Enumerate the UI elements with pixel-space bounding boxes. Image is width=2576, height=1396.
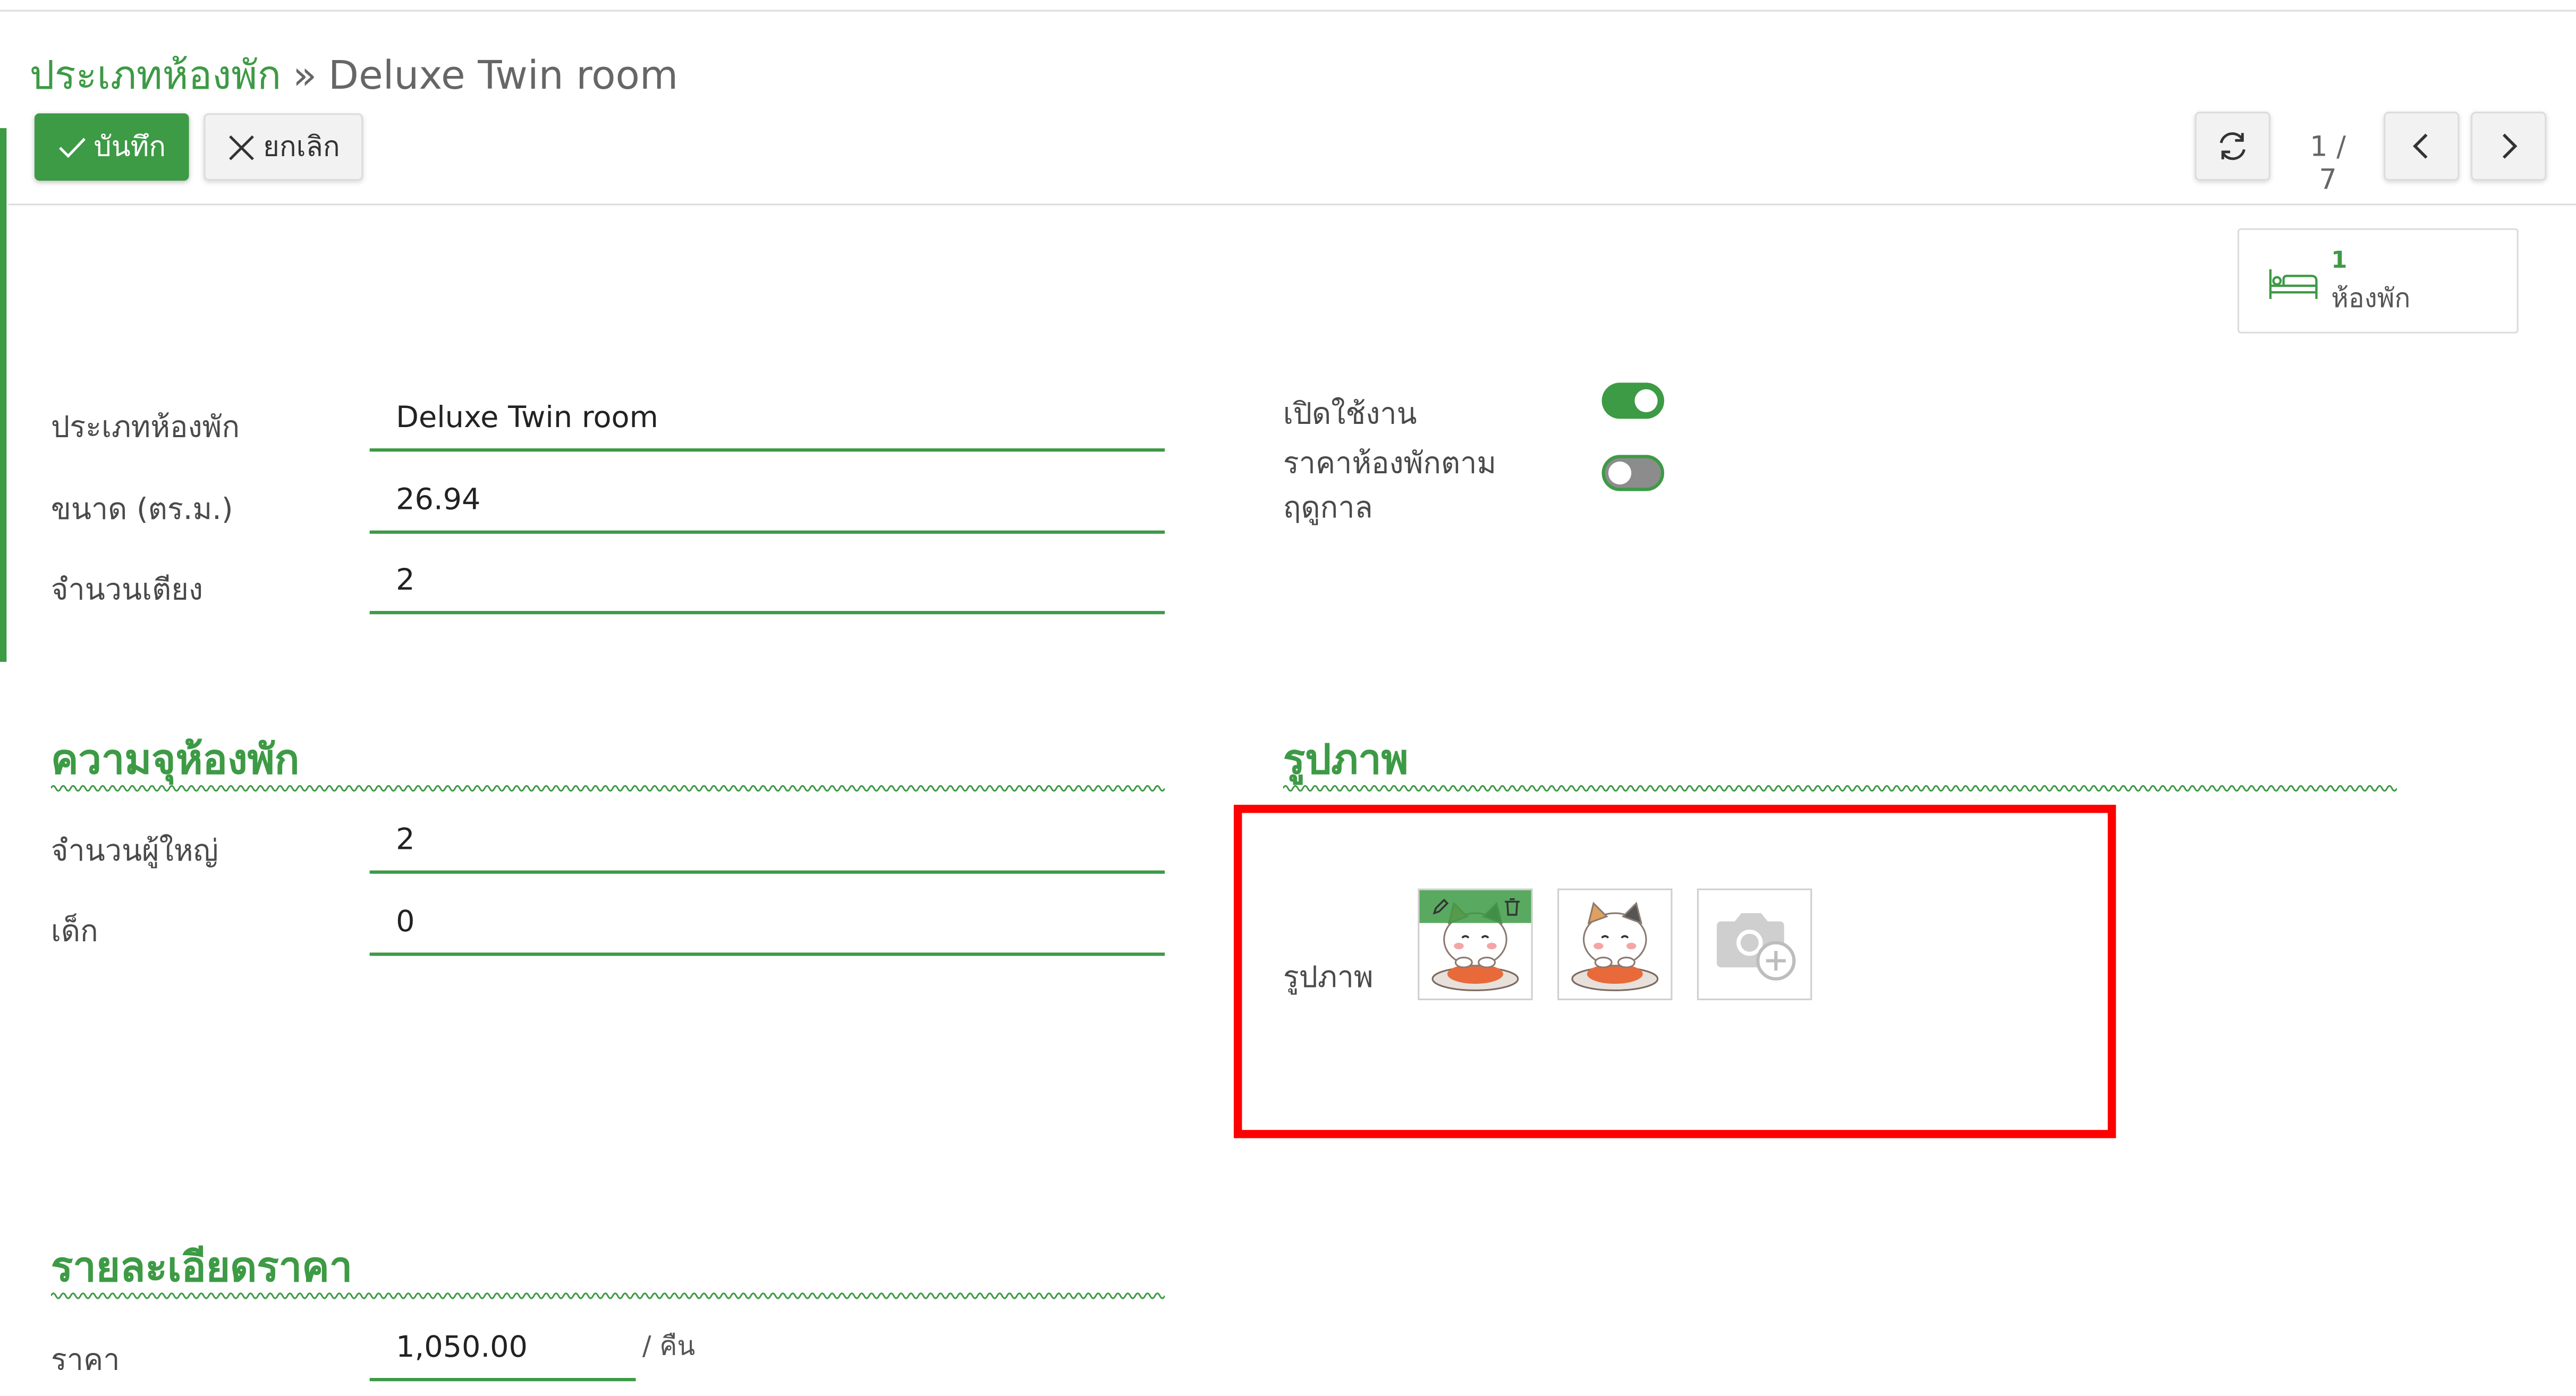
active-toggle-knob bbox=[1634, 389, 1658, 413]
price-input[interactable]: 1,050.00 bbox=[369, 1319, 636, 1382]
active-label: เปิดใช้งาน bbox=[1283, 397, 1417, 432]
previous-record-button[interactable] bbox=[2384, 112, 2460, 181]
chevron-left-icon bbox=[2413, 133, 2428, 159]
seasonal-price-toggle[interactable] bbox=[1601, 455, 1664, 491]
breadcrumb: ประเภทห้องพัก» Deluxe Twin room bbox=[30, 42, 679, 107]
toolbar-divider bbox=[8, 203, 2576, 206]
chevron-right-icon bbox=[2502, 133, 2518, 159]
size-input[interactable]: 26.94 bbox=[369, 471, 1165, 534]
children-input[interactable]: 0 bbox=[369, 893, 1165, 956]
beds-label: จำนวนเตียง bbox=[50, 573, 204, 608]
breadcrumb-separator: » bbox=[292, 52, 317, 99]
trash-icon[interactable] bbox=[1503, 897, 1521, 916]
check-icon bbox=[59, 137, 86, 157]
top-border bbox=[0, 10, 2576, 12]
active-toggle[interactable] bbox=[1601, 382, 1664, 419]
adults-input[interactable]: 2 bbox=[369, 811, 1165, 874]
children-label: เด็ก bbox=[50, 915, 98, 950]
images-field-label: รูปภาพ bbox=[1283, 960, 1374, 995]
pager-indicator: 1 / 7 bbox=[2310, 131, 2346, 198]
bed-icon bbox=[2269, 269, 2318, 299]
rooms-label: ห้องพัก bbox=[2331, 282, 2411, 314]
pricing-section-wavy-divider bbox=[50, 1292, 1165, 1299]
beds-input[interactable]: 2 bbox=[369, 552, 1165, 615]
size-label: ขนาด (ตร.ม.) bbox=[50, 492, 233, 527]
price-label: ราคา bbox=[50, 1343, 120, 1378]
room-type-input[interactable]: Deluxe Twin room bbox=[369, 389, 1165, 452]
camera-add-icon bbox=[1716, 913, 1796, 981]
edit-icon[interactable] bbox=[1431, 897, 1451, 916]
adults-label: จำนวนผู้ใหญ่ bbox=[50, 834, 218, 869]
cancel-button[interactable]: ยกเลิก bbox=[204, 113, 363, 181]
add-image-button[interactable] bbox=[1697, 888, 1812, 1000]
room-image-thumbnail-1[interactable] bbox=[1418, 888, 1533, 1000]
cat-food-image-2 bbox=[1571, 901, 1659, 991]
cancel-button-label: ยกเลิก bbox=[263, 131, 340, 165]
refresh-button[interactable] bbox=[2194, 112, 2270, 181]
rooms-count: 1 bbox=[2331, 248, 2348, 275]
seasonal-price-label-line2: ฤดูกาล bbox=[1283, 491, 1373, 526]
images-section-wavy-divider bbox=[1283, 785, 2397, 792]
refresh-icon bbox=[2219, 132, 2245, 160]
breadcrumb-current: Deluxe Twin room bbox=[328, 52, 679, 99]
save-button[interactable]: บันทึก bbox=[34, 113, 189, 181]
capacity-section-wavy-divider bbox=[50, 785, 1165, 792]
room-image-thumbnail-2[interactable] bbox=[1557, 888, 1673, 1000]
close-icon bbox=[229, 134, 255, 160]
next-record-button[interactable] bbox=[2471, 112, 2547, 181]
seasonal-price-label-line1: ราคาห้องพักตาม bbox=[1283, 446, 1497, 481]
breadcrumb-parent-link[interactable]: ประเภทห้องพัก bbox=[30, 53, 282, 99]
room-type-label: ประเภทห้องพัก bbox=[50, 410, 240, 445]
seasonal-price-toggle-knob bbox=[1608, 461, 1632, 485]
room-type-form-page: ประเภทห้องพัก» Deluxe Twin room บันทึก ยก… bbox=[0, 0, 2576, 1396]
save-button-label: บันทึก bbox=[94, 131, 166, 165]
price-unit: / คืน bbox=[642, 1330, 696, 1362]
left-accent-bar bbox=[0, 128, 7, 662]
